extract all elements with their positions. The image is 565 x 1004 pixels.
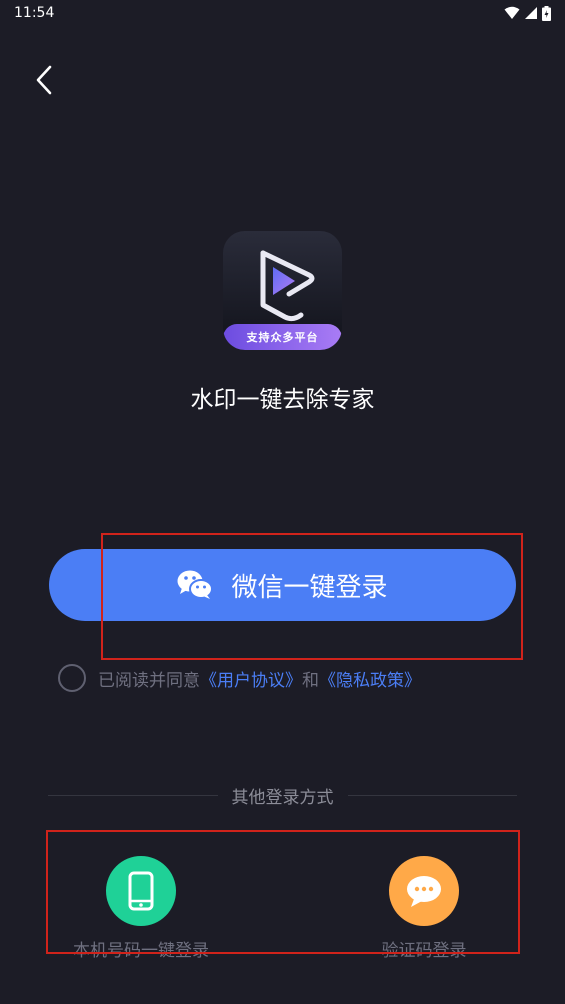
status-time: 11:54 bbox=[14, 5, 55, 21]
sms-login-label: 验证码登录 bbox=[381, 941, 467, 961]
chevron-left-icon bbox=[36, 65, 52, 95]
agreement-row: 已阅读并同意《用户协议》和《隐私政策》 bbox=[58, 662, 421, 694]
sms-login-circle bbox=[389, 856, 459, 926]
wechat-login-label: 微信一键登录 bbox=[231, 572, 388, 603]
divider-line-right bbox=[347, 794, 517, 796]
agreement-checkbox[interactable] bbox=[58, 664, 86, 692]
phone-login-button[interactable]: 本机号码一键登录 bbox=[51, 856, 231, 961]
app-logo: 支持众多平台 bbox=[223, 231, 342, 350]
phone-icon bbox=[128, 871, 154, 911]
wechat-icon bbox=[177, 570, 214, 599]
agreement-joiner: 和 bbox=[302, 670, 319, 691]
app-name: 水印一键去除专家 bbox=[190, 387, 375, 413]
phone-login-label: 本机号码一键登录 bbox=[73, 941, 209, 961]
back-button[interactable] bbox=[28, 60, 60, 100]
other-login-title: 其他登录方式 bbox=[231, 787, 334, 808]
user-agreement-link[interactable]: 《用户协议》 bbox=[200, 671, 302, 691]
wechat-login-button[interactable]: 微信一键登录 bbox=[49, 549, 516, 621]
chat-bubble-icon bbox=[407, 876, 441, 907]
sms-login-button[interactable]: 验证码登录 bbox=[334, 856, 514, 961]
status-icons bbox=[504, 5, 551, 21]
other-login-divider: 其他登录方式 bbox=[48, 782, 517, 808]
divider-line-left bbox=[48, 794, 218, 796]
battery-icon bbox=[542, 5, 551, 21]
logo-band: 支持众多平台 bbox=[223, 324, 342, 350]
phone-login-circle bbox=[106, 856, 176, 926]
privacy-policy-link[interactable]: 《隐私政策》 bbox=[319, 671, 421, 691]
signal-icon bbox=[525, 7, 537, 19]
status-bar: 11:54 bbox=[0, 0, 565, 26]
agreement-prefix: 已阅读并同意 bbox=[98, 670, 200, 691]
wifi-icon bbox=[504, 6, 520, 19]
